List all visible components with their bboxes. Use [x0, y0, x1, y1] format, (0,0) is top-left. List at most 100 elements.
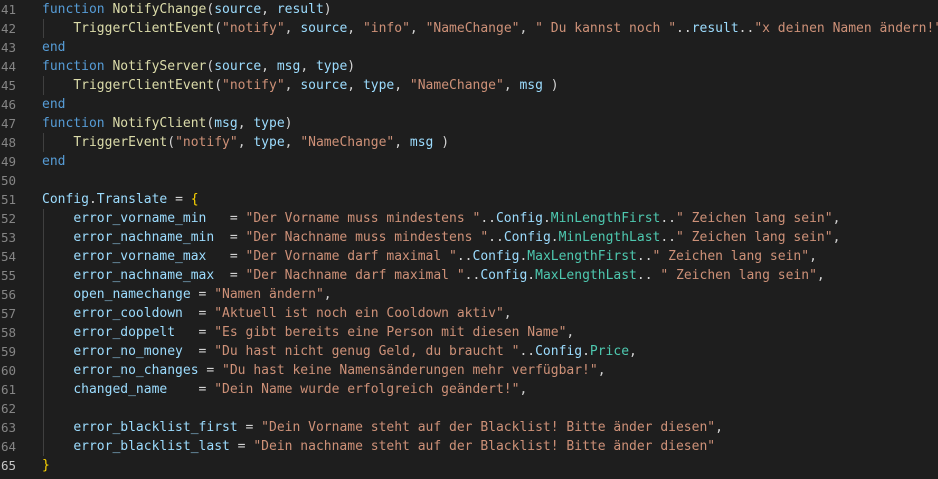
- code-text: TriggerEvent("notify", type, "NameChange…: [42, 133, 449, 152]
- code-token: ,: [237, 135, 254, 150]
- code-line[interactable]: 57 error_cooldown = "Aktuell ist noch ei…: [0, 304, 938, 323]
- code-line[interactable]: 45 TriggerClientEvent("notify", source, …: [0, 76, 938, 95]
- line-number: 43: [0, 40, 16, 55]
- code-token: =: [214, 230, 246, 245]
- code-token: =: [182, 306, 215, 321]
- code-token: " Zeichen lang sein": [652, 249, 810, 264]
- code-line[interactable]: 55 error_nachname_max = "Der Nachname da…: [0, 266, 938, 285]
- code-token: .: [550, 230, 559, 245]
- code-token: TriggerClientEvent: [73, 21, 215, 36]
- line-number: 65: [0, 458, 16, 473]
- code-text: error_vorname_max = "Der Vorname darf ma…: [42, 247, 817, 266]
- code-token: "Dein Name wurde erfolgreich geändert!": [214, 382, 520, 397]
- code-text: error_nachname_max = "Der Nachname darf …: [42, 266, 824, 285]
- code-line[interactable]: 52 error_vorname_min = "Der Vorname muss…: [0, 209, 938, 228]
- code-token: =: [237, 420, 262, 435]
- code-token: ,: [394, 135, 410, 150]
- code-line[interactable]: 50: [0, 171, 938, 190]
- code-line[interactable]: 54 error_vorname_max = "Der Vorname darf…: [0, 247, 938, 266]
- code-token: {: [190, 192, 199, 207]
- code-token: "Aktuell ist noch ein Cooldown aktiv": [214, 306, 504, 321]
- code-token: ..: [480, 211, 496, 226]
- code-token: (: [214, 78, 223, 93]
- code-text: error_cooldown = "Aktuell ist noch ein C…: [42, 304, 511, 323]
- code-token: ..: [519, 344, 536, 359]
- code-line[interactable]: 41 function NotifyChange(source, result): [0, 0, 938, 19]
- line-number: 44: [0, 59, 16, 74]
- code-token: ,: [597, 363, 606, 378]
- code-text: error_no_money = "Du hast nicht genug Ge…: [42, 342, 637, 361]
- code-token: "NameChange": [300, 135, 395, 150]
- code-token: function: [42, 2, 105, 17]
- code-line[interactable]: 62: [0, 399, 938, 418]
- code-token: "Dein nachname steht auf der Blacklist! …: [253, 439, 716, 454]
- code-token: msg: [276, 59, 301, 74]
- code-token: ): [284, 116, 293, 131]
- code-line[interactable]: 56 open_namechange = "Namen ändern",: [0, 285, 938, 304]
- code-token: ,: [284, 78, 301, 93]
- code-token: ,: [503, 78, 520, 93]
- code-token: ,: [323, 287, 332, 302]
- code-line[interactable]: 42 TriggerClientEvent("notify", source, …: [0, 19, 938, 38]
- code-token: ): [542, 78, 559, 93]
- code-token: ..: [636, 249, 653, 264]
- code-token: Config: [535, 344, 583, 359]
- code-line[interactable]: 51 Config.Translate = {: [0, 190, 938, 209]
- code-token: =: [198, 363, 223, 378]
- code-text: open_namechange = "Namen ändern",: [42, 285, 332, 304]
- code-line[interactable]: 46 end: [0, 95, 938, 114]
- code-editor[interactable]: 41 function NotifyChange(source, result) 4…: [0, 0, 938, 479]
- code-token: type: [362, 78, 395, 93]
- code-token: ,: [519, 382, 528, 397]
- line-number: 48: [0, 135, 16, 150]
- code-token: Config: [495, 211, 543, 226]
- code-line[interactable]: 49 end: [0, 152, 938, 171]
- code-token: ..: [636, 268, 661, 283]
- code-token: "Der Nachname darf maximal ": [245, 268, 465, 283]
- code-line[interactable]: 60 error_no_changes = "Du hast keine Nam…: [0, 361, 938, 380]
- code-line[interactable]: 63 error_blacklist_first = "Dein Vorname…: [0, 418, 938, 437]
- code-token: "Namen ändern": [214, 287, 324, 302]
- code-text: Config.Translate = {: [42, 190, 199, 209]
- code-token: msg: [519, 78, 543, 93]
- line-number: 64: [0, 439, 16, 454]
- code-line[interactable]: 44 function NotifyServer(source, msg, typ…: [0, 57, 938, 76]
- code-line[interactable]: 64 error_blacklist_last = "Dein nachname…: [0, 437, 938, 456]
- code-text: changed_name = "Dein Name wurde erfolgre…: [42, 380, 527, 399]
- code-line[interactable]: 58 error_doppelt = "Es gibt bereits eine…: [0, 323, 938, 342]
- code-line[interactable]: 59 error_no_money = "Du hast nicht genug…: [0, 342, 938, 361]
- code-token: function: [42, 59, 105, 74]
- code-token: ..: [676, 21, 692, 36]
- code-token: ,: [300, 59, 316, 74]
- code-token: "Der Vorname muss mindestens ": [245, 211, 481, 226]
- code-token: MaxLengthLast: [535, 268, 637, 283]
- code-text: error_nachname_min = "Der Nachname muss …: [42, 228, 840, 247]
- code-token: ,: [832, 230, 841, 245]
- code-line[interactable]: 48 TriggerEvent("notify", type, "NameCha…: [0, 133, 938, 152]
- code-token: ,: [832, 211, 841, 226]
- code-token: result: [691, 21, 739, 36]
- code-token: }: [42, 458, 50, 473]
- code-token: " Zeichen lang sein": [676, 230, 833, 245]
- code-token: end: [42, 154, 66, 169]
- code-token: ,: [347, 78, 363, 93]
- code-token: ,: [261, 59, 277, 74]
- code-token: ): [323, 2, 332, 17]
- code-line[interactable]: 61 changed_name = "Dein Name wurde erfol…: [0, 380, 938, 399]
- code-line[interactable]: 53 error_nachname_min = "Der Nachname mu…: [0, 228, 938, 247]
- code-line[interactable]: 43 end: [0, 38, 938, 57]
- code-token: ,: [566, 325, 575, 340]
- code-line[interactable]: 47 function NotifyClient(msg, type): [0, 114, 938, 133]
- code-token: type: [253, 116, 285, 131]
- code-token: Config: [480, 268, 528, 283]
- code-token: ..: [660, 230, 677, 245]
- code-text: function NotifyChange(source, result): [42, 0, 332, 19]
- line-number: 58: [0, 325, 16, 340]
- code-token: Config: [42, 192, 89, 207]
- code-token: source: [214, 2, 262, 17]
- code-token: error_blacklist_last: [73, 439, 230, 454]
- code-line[interactable]: 65}: [0, 456, 938, 475]
- code-token: NotifyClient: [112, 116, 207, 131]
- code-token: ,: [809, 249, 817, 264]
- code-token: ,: [519, 21, 536, 36]
